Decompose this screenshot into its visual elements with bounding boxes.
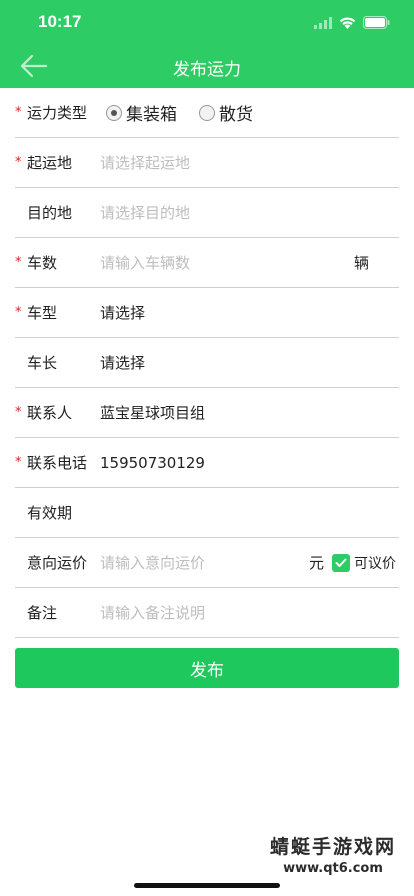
row-origin: * 起运地 [15, 138, 399, 188]
status-icons [314, 14, 390, 33]
required-mark: * [15, 155, 22, 170]
watermark-logo: 蜻蜓手游戏网 www.qt6.com [270, 832, 396, 876]
validity-label: 有效期 [27, 504, 73, 522]
negotiable-label: 可议价 [354, 555, 396, 572]
contact-field[interactable]: 蓝宝星球项目组 [100, 402, 205, 423]
row-vehicle-type: * 车型 请选择 [15, 288, 399, 338]
remark-input[interactable] [100, 597, 349, 628]
radio-bulk-label: 散货 [219, 105, 253, 125]
negotiable-checkbox[interactable]: 可议价 [332, 553, 396, 573]
vehicle-count-label: 车数 [27, 254, 58, 272]
required-mark: * [15, 105, 22, 120]
row-phone: * 联系电话 15950730129 [15, 438, 399, 488]
vehicle-type-select[interactable]: 请选择 [100, 302, 145, 323]
status-bar: 10:17 [0, 0, 414, 44]
radio-container-label: 集装箱 [126, 105, 177, 125]
destination-label: 目的地 [27, 204, 73, 222]
row-validity[interactable]: 有效期 [15, 488, 399, 538]
vehicle-count-input[interactable] [100, 247, 349, 278]
navigation-bar: 发布运力 [0, 44, 414, 88]
signal-icon [314, 14, 332, 33]
row-vehicle-length: 车长 请选择 [15, 338, 399, 388]
publish-button[interactable]: 发布 [15, 648, 399, 688]
price-unit: 元 [308, 554, 324, 572]
vehicle-length-label: 车长 [27, 354, 58, 372]
watermark-url: www.qt6.com [283, 861, 383, 876]
status-time: 10:17 [38, 12, 82, 31]
capacity-type-radio-group: 集装箱 散货 [106, 100, 275, 125]
capacity-type-label: 运力类型 [27, 104, 88, 122]
destination-input[interactable] [100, 197, 349, 228]
home-indicator[interactable] [134, 883, 280, 888]
header: 10:17 发布运力 [0, 0, 414, 88]
origin-input[interactable] [100, 147, 349, 178]
required-mark: * [15, 405, 22, 420]
watermark-text: 蜻蜓手游戏网 [269, 836, 396, 858]
row-remark: 备注 [15, 588, 399, 638]
price-input[interactable] [100, 547, 289, 578]
row-price: 意向运价 元 可议价 [15, 538, 399, 588]
wifi-icon [339, 14, 356, 33]
price-label: 意向运价 [27, 554, 88, 572]
vehicle-length-select[interactable]: 请选择 [100, 352, 145, 373]
required-mark: * [15, 305, 22, 320]
checkbox-checked-icon [332, 553, 350, 572]
row-capacity-type: * 运力类型 集装箱 散货 [15, 88, 399, 138]
required-mark: * [15, 455, 22, 470]
required-mark: * [15, 255, 22, 270]
battery-icon [363, 14, 390, 33]
radio-unchecked-icon [199, 104, 215, 121]
vehicle-count-unit: 辆 [353, 254, 369, 272]
contact-label: 联系人 [27, 404, 73, 422]
radio-bulk[interactable]: 散货 [199, 100, 253, 125]
publish-form: * 运力类型 集装箱 散货 * 起运地 目的地 * 车数 辆 * 车型 请选择 [15, 88, 399, 638]
row-destination: 目的地 [15, 188, 399, 238]
radio-container[interactable]: 集装箱 [106, 100, 177, 125]
phone-field[interactable]: 15950730129 [100, 454, 205, 472]
origin-label: 起运地 [27, 154, 73, 172]
phone-label: 联系电话 [27, 454, 88, 472]
page-title: 发布运力 [173, 60, 241, 80]
remark-label: 备注 [27, 604, 58, 622]
vehicle-type-label: 车型 [27, 304, 58, 322]
row-vehicle-count: * 车数 辆 [15, 238, 399, 288]
radio-checked-icon [106, 104, 122, 121]
row-contact: * 联系人 蓝宝星球项目组 [15, 388, 399, 438]
